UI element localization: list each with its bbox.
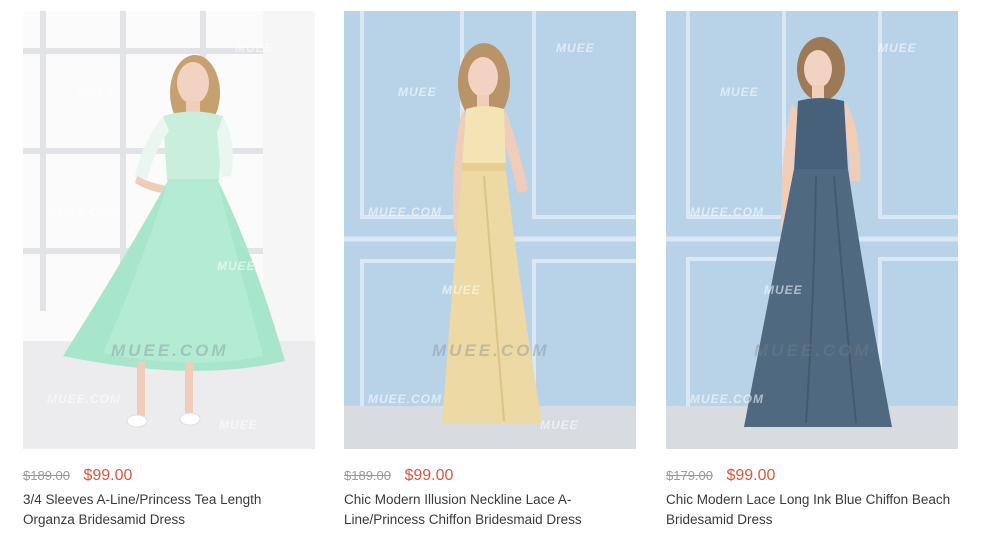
product-title-link[interactable]: Chic Modern Illusion Neckline Lace A-Lin… bbox=[344, 490, 636, 530]
sale-price: $99.00 bbox=[404, 467, 454, 484]
product-image[interactable]: MUEE MUEE MUEE.COM MUEE MUEE.COM MUEE.CO… bbox=[344, 11, 636, 449]
original-price: $189.00 bbox=[344, 468, 391, 483]
price-row: $189.00 $99.00 bbox=[23, 466, 315, 486]
price-row: $189.00 $99.00 bbox=[344, 466, 636, 486]
product-photo-champagne-dress bbox=[344, 11, 636, 449]
product-image[interactable]: MUEE MUEE MUEE.COM MUEE MUEE.COM MUEE.CO… bbox=[666, 11, 958, 449]
product-image[interactable]: MUEE MUEE MUEE.COM MUEE MUEE.COM MUEE.CO… bbox=[23, 11, 315, 449]
product-title-link[interactable]: 3/4 Sleeves A-Line/Princess Tea Length O… bbox=[23, 490, 315, 530]
sale-price: $99.00 bbox=[726, 467, 776, 484]
product-card[interactable]: MUEE MUEE MUEE.COM MUEE MUEE.COM MUEE.CO… bbox=[666, 11, 958, 530]
product-card[interactable]: MUEE MUEE MUEE.COM MUEE MUEE.COM MUEE.CO… bbox=[23, 11, 315, 530]
original-price: $179.00 bbox=[666, 468, 713, 483]
product-photo-ink-blue-dress bbox=[666, 11, 958, 449]
price-row: $179.00 $99.00 bbox=[666, 466, 958, 486]
product-grid: MUEE MUEE MUEE.COM MUEE MUEE.COM MUEE.CO… bbox=[0, 0, 999, 538]
product-title-link[interactable]: Chic Modern Lace Long Ink Blue Chiffon B… bbox=[666, 490, 958, 530]
product-card[interactable]: MUEE MUEE MUEE.COM MUEE MUEE.COM MUEE.CO… bbox=[344, 11, 636, 530]
product-photo-mint-dress bbox=[23, 11, 315, 449]
sale-price: $99.00 bbox=[83, 467, 133, 484]
original-price: $189.00 bbox=[23, 468, 70, 483]
